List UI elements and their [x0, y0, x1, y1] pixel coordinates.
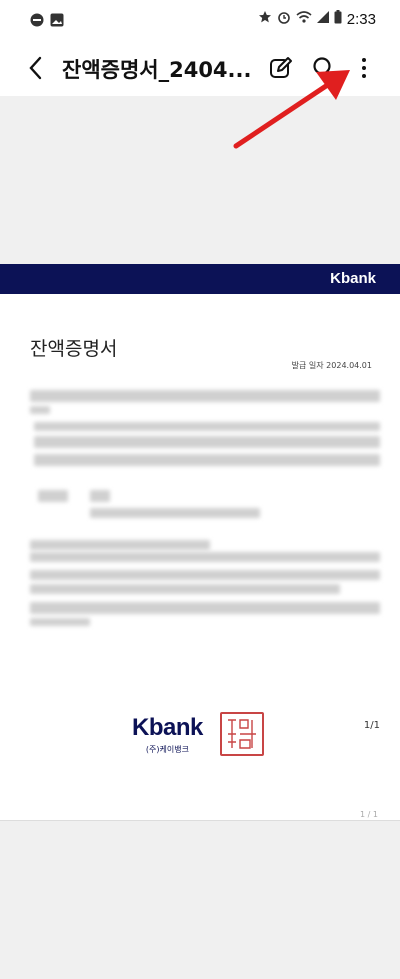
clock-time: 2:33: [346, 10, 376, 28]
do-not-disturb-icon: [30, 12, 44, 31]
redacted-text: [30, 602, 380, 614]
redacted-text: [30, 570, 380, 580]
battery-icon: [334, 10, 342, 28]
star-icon: [258, 10, 272, 28]
redacted-text: [34, 454, 380, 466]
chevron-left-icon: [29, 56, 42, 80]
redacted-text: [90, 490, 110, 502]
redacted-text: [30, 540, 210, 550]
redacted-text: [34, 422, 380, 431]
redacted-text: [34, 436, 380, 448]
redacted-text: [30, 618, 90, 626]
kbank-logo: Kbank: [132, 714, 203, 741]
company-seal: [220, 712, 264, 756]
more-options-button[interactable]: [351, 55, 377, 81]
document-banner: Kbank: [0, 264, 400, 294]
certificate-title: 잔액증명서: [30, 338, 118, 360]
viewer-background: [0, 96, 400, 264]
corporation-name: (주)케이뱅크: [145, 745, 189, 754]
back-button[interactable]: [26, 54, 46, 82]
redacted-text: [38, 490, 68, 502]
gallery-icon: [50, 12, 64, 31]
app-bar: 잔액증명서_2404...: [0, 40, 400, 96]
page-indicator-ghost: 1 / 1: [360, 810, 378, 819]
edit-button[interactable]: [268, 55, 294, 81]
edit-icon: [270, 57, 292, 78]
redacted-text: [30, 390, 380, 402]
document-page[interactable]: 잔액증명서 발급 일자 2024.04.01 Kbank (주)케이뱅크 1/1…: [0, 294, 400, 820]
search-icon: [313, 57, 336, 80]
status-bar: 2:33: [0, 0, 400, 40]
issue-date: 발급 일자 2024.04.01: [291, 361, 372, 370]
search-button[interactable]: [311, 55, 337, 81]
document-title: 잔액증명서_2404...: [62, 58, 252, 82]
redacted-text: [30, 406, 50, 414]
page-indicator: 1/1: [363, 720, 380, 731]
more-vertical-icon: [362, 58, 366, 78]
signal-icon: [316, 10, 329, 28]
wifi-icon: [296, 10, 312, 28]
redacted-text: [90, 508, 260, 518]
redacted-text: [30, 552, 380, 562]
banner-brand: Kbank: [330, 270, 376, 287]
viewer-background-bottom: [0, 820, 400, 979]
alarm-icon: [277, 10, 291, 28]
redacted-text: [30, 584, 340, 594]
footer-brand: Kbank (주)케이뱅크: [132, 714, 203, 755]
